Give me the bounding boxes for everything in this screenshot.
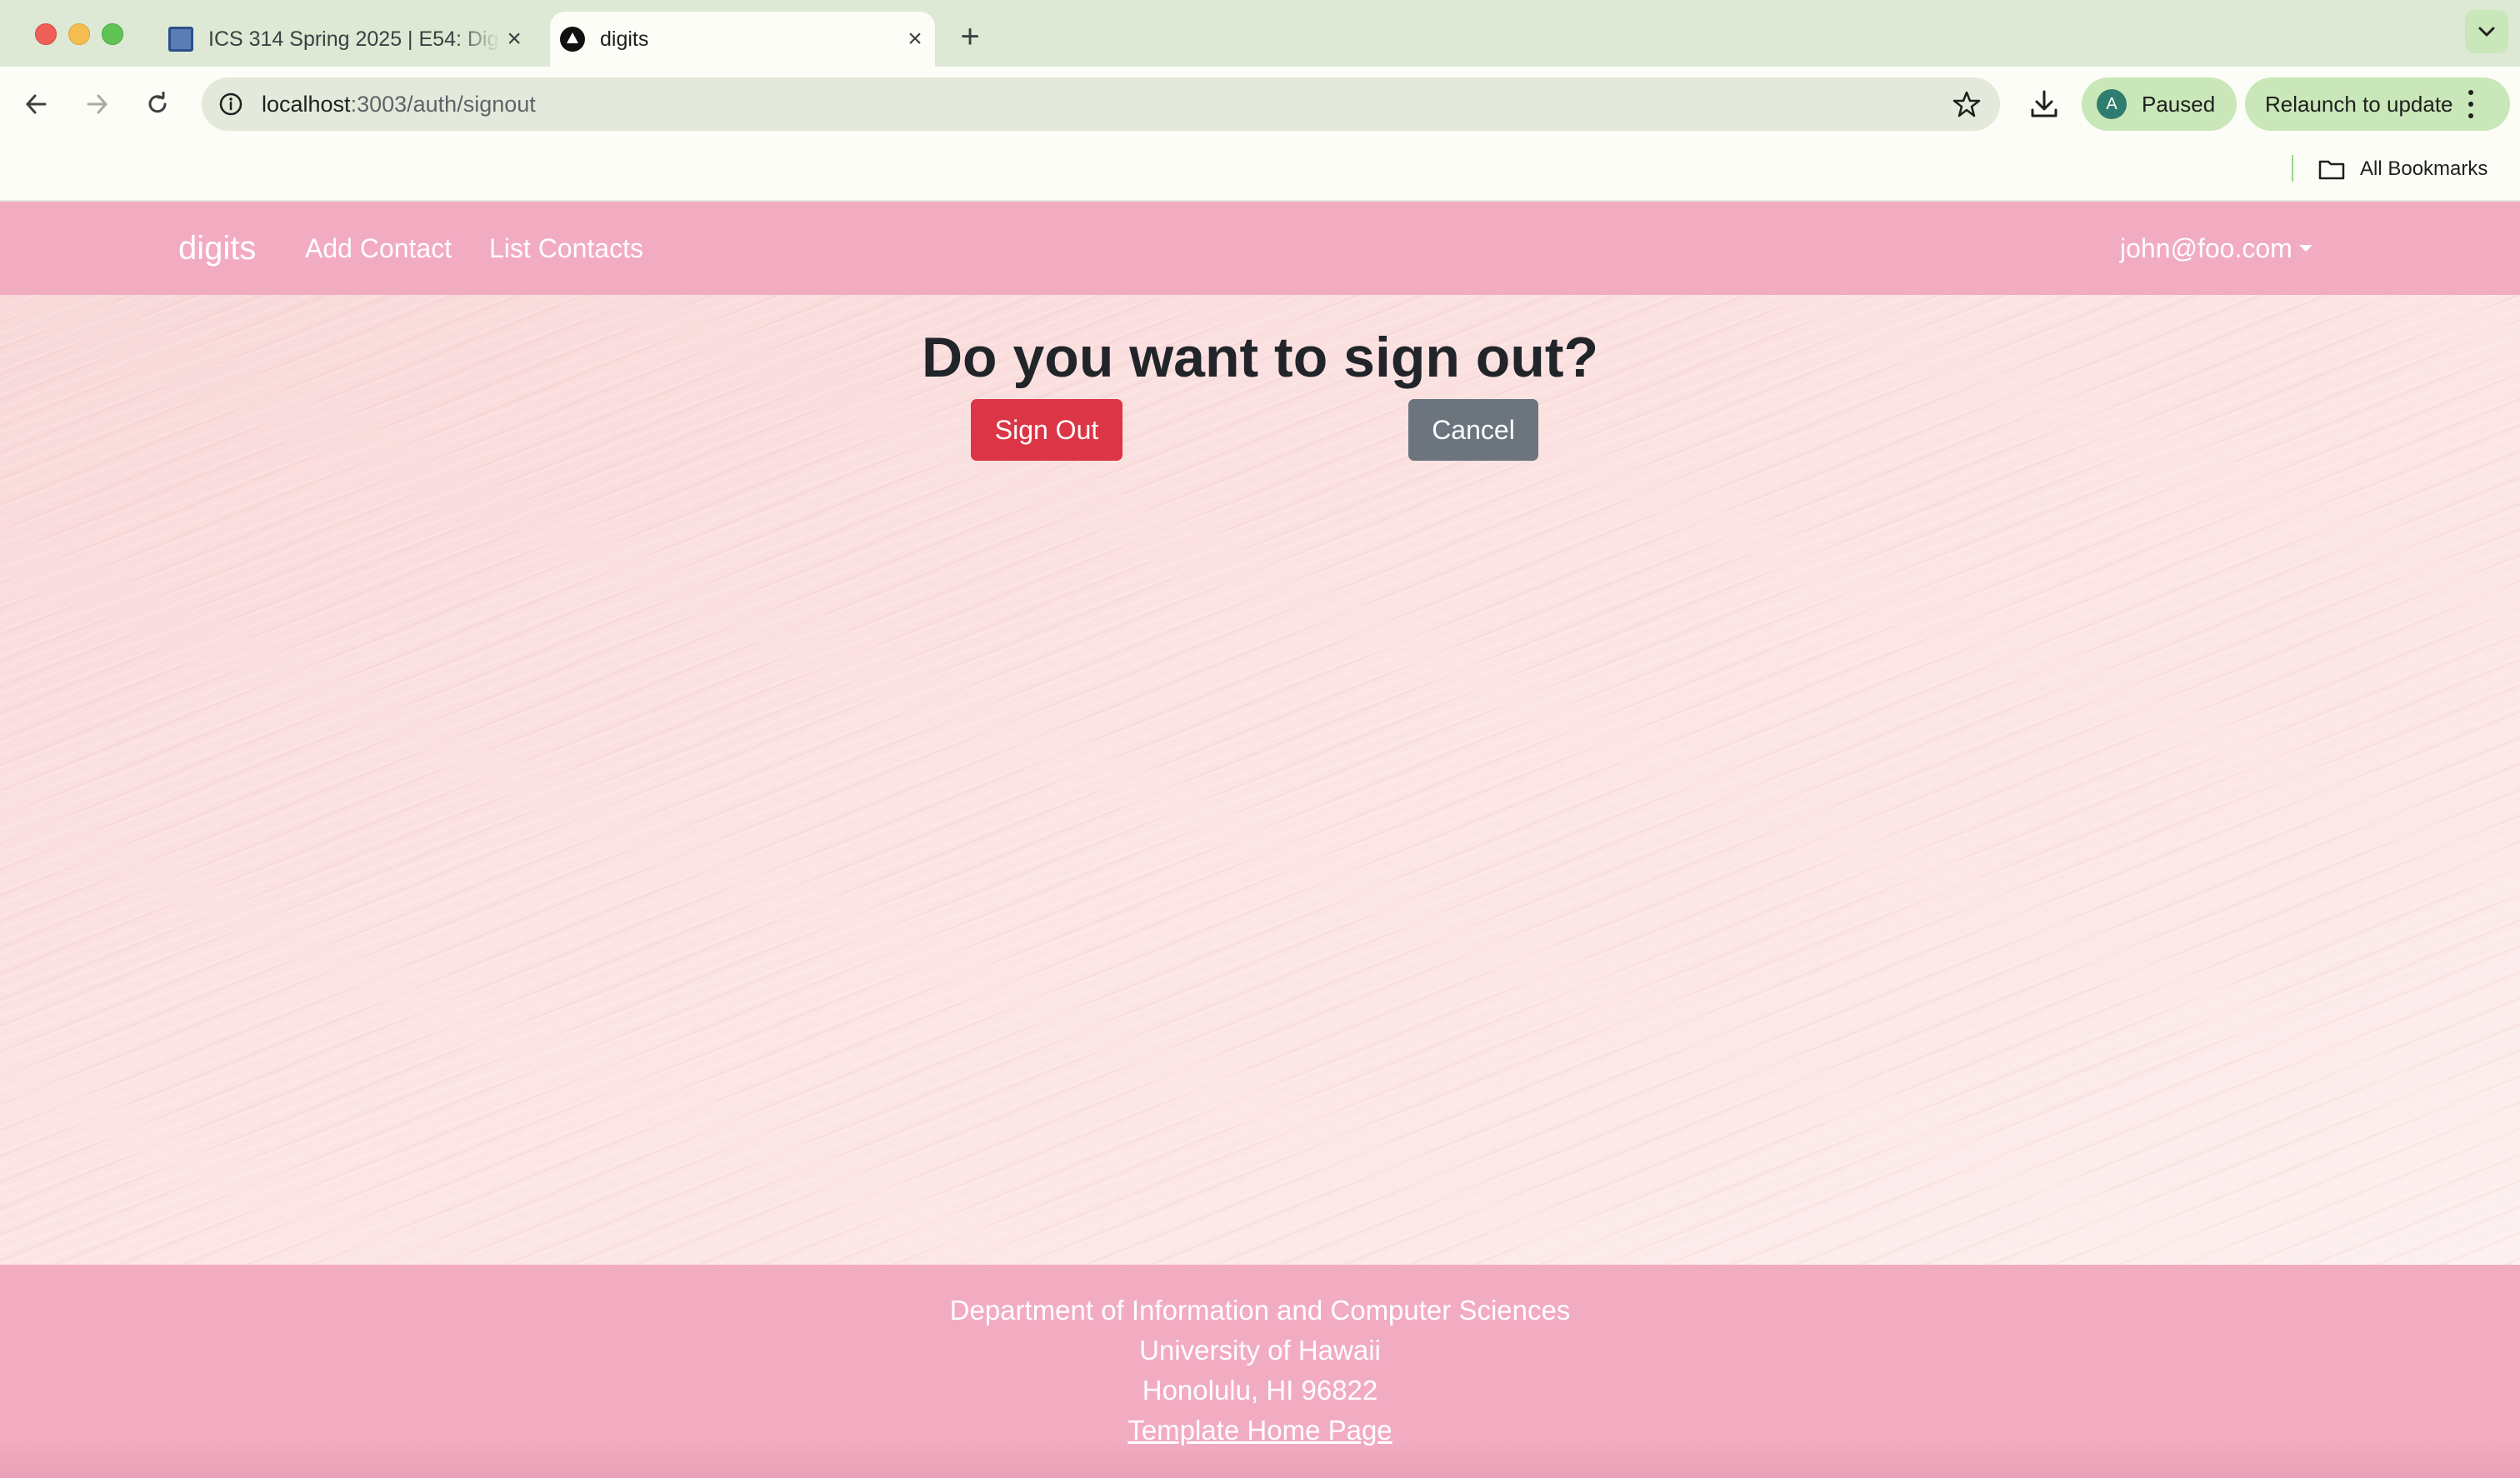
all-bookmarks-label: All Bookmarks [2360, 157, 2488, 180]
relaunch-label: Relaunch to update [2265, 91, 2453, 117]
close-tab-icon[interactable]: × [500, 24, 528, 54]
tab-title: ICS 314 Spring 2025 | E54: Digits [208, 27, 501, 51]
new-tab-button[interactable]: + [952, 18, 988, 55]
zoom-window-button[interactable] [102, 23, 123, 45]
nav-list-contacts[interactable]: List Contacts [489, 202, 643, 295]
brand-link[interactable]: digits [178, 202, 256, 295]
minimize-window-button[interactable] [68, 23, 90, 45]
url-text[interactable]: localhost:3003/auth/signout [262, 77, 536, 131]
url-host: localhost [262, 92, 351, 117]
site-info-icon[interactable] [218, 92, 243, 117]
bookmarks-bar: All Bookmarks [0, 142, 2520, 202]
browser-window: ICS 314 Spring 2025 | E54: Digits × digi… [0, 0, 2520, 1478]
close-window-button[interactable] [35, 23, 57, 45]
bookmark-star-icon[interactable] [1952, 89, 1982, 119]
forward-arrow-icon [87, 94, 108, 114]
url-path: :3003/auth/signout [350, 92, 536, 117]
back-button[interactable] [17, 85, 55, 123]
close-tab-icon[interactable]: × [900, 24, 930, 54]
more-menu-icon[interactable] [2467, 90, 2475, 118]
caret-down-icon [2298, 245, 2312, 252]
footer-department: Department of Information and Computer S… [949, 1295, 1571, 1326]
tab-strip: ICS 314 Spring 2025 | E54: Digits × digi… [0, 0, 2520, 67]
document-favicon-icon [168, 27, 193, 52]
tab-search-button[interactable] [2465, 10, 2508, 53]
address-bar[interactable]: localhost:3003/auth/signout [202, 77, 2000, 131]
page-title: Do you want to sign out? [921, 326, 1599, 389]
relaunch-button[interactable]: Relaunch to update [2245, 77, 2510, 131]
bookmarks-separator [2292, 155, 2293, 182]
folder-icon [2318, 160, 2345, 180]
footer-address: Honolulu, HI 96822 [1142, 1375, 1378, 1406]
footer-university: University of Hawaii [1139, 1335, 1381, 1366]
user-email: john@foo.com [2120, 233, 2292, 263]
site-navbar: digits Add Contact List Contacts john@fo… [0, 202, 2520, 295]
footer-link-row: Template Home Page [0, 1415, 2520, 1446]
reload-icon [148, 92, 167, 113]
all-bookmarks-button[interactable]: All Bookmarks [2318, 152, 2488, 187]
chevron-down-icon [2478, 27, 2495, 37]
tab-ics314[interactable]: ICS 314 Spring 2025 | E54: Digits × [158, 12, 533, 67]
nav-add-contact[interactable]: Add Contact [305, 202, 452, 295]
download-icon[interactable] [2025, 85, 2063, 123]
profile-status: Paused [2142, 91, 2216, 117]
sign-out-button[interactable]: Sign Out [971, 399, 1122, 461]
main-content: Do you want to sign out? Sign Out Cancel [0, 295, 2520, 1265]
browser-toolbar: localhost:3003/auth/signout A Paused Rel… [0, 67, 2520, 142]
user-dropdown[interactable]: john@foo.com [2120, 202, 2312, 295]
template-home-link[interactable]: Template Home Page [1128, 1415, 1392, 1446]
cancel-button[interactable]: Cancel [1408, 399, 1538, 461]
triangle-favicon-icon [560, 27, 585, 52]
reload-button[interactable] [138, 85, 177, 123]
tab-title: digits [600, 27, 649, 51]
tab-digits[interactable]: digits × [550, 12, 935, 67]
profile-button[interactable]: A Paused [2082, 77, 2237, 131]
avatar: A [2097, 89, 2127, 119]
site-footer: Department of Information and Computer S… [0, 1265, 2520, 1478]
back-arrow-icon [26, 94, 47, 114]
forward-button[interactable] [78, 85, 117, 123]
page-viewport: digits Add Contact List Contacts john@fo… [0, 202, 2520, 1478]
